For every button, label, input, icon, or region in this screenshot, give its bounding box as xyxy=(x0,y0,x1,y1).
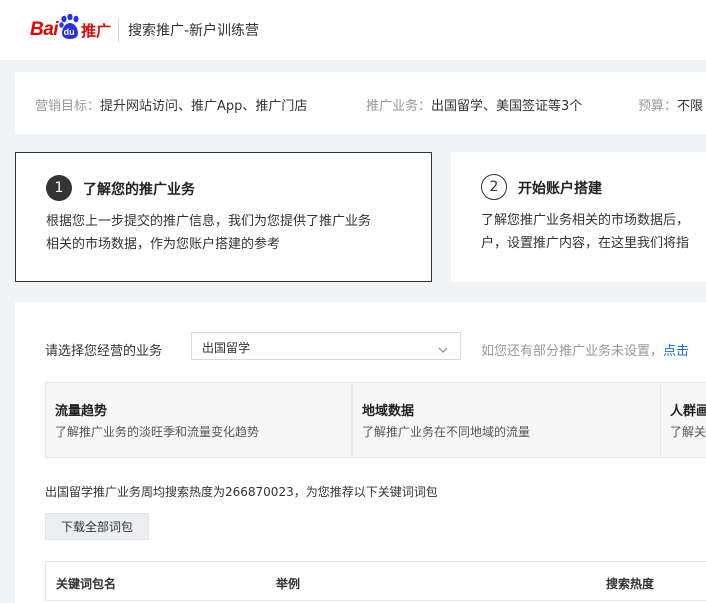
summary-budget: 预算：不限 xyxy=(638,95,703,114)
keyword-table-header: 关键词包名 举例 搜索热度 xyxy=(45,561,706,601)
business-hint-link[interactable]: 点击 xyxy=(663,344,689,359)
logo-tuiguang-text: 推广 xyxy=(81,21,112,40)
budget-value: 不限 xyxy=(677,99,704,114)
column-header-search-heat[interactable]: 搜索热度 xyxy=(606,575,654,592)
tab-audience-profile-title: 人群画 xyxy=(670,404,706,419)
chevron-down-icon xyxy=(438,342,448,356)
business-hint: 如您还有部分推广业务未设置，点击 xyxy=(481,340,689,359)
tab-audience-profile-desc: 了解关 xyxy=(670,425,706,439)
logo-bai-text: Bai xyxy=(30,19,59,40)
header-divider xyxy=(118,18,119,42)
step-card-1[interactable]: 1 了解您的推广业务 根据您上一步提交的推广信息，我们为您提供了推广业务 相关的… xyxy=(15,152,432,282)
step-1-description: 根据您上一步提交的推广信息，我们为您提供了推广业务 相关的市场数据，作为您账户搭… xyxy=(46,210,371,256)
summary-goal: 营销目标：提升网站访问、推广App、推广门店 xyxy=(35,95,307,114)
column-header-example[interactable]: 举例 xyxy=(276,575,300,592)
market-data-panel: 请选择您经营的业务 出国留学 如您还有部分推广业务未设置，点击 流量趋势 了解推… xyxy=(15,302,706,603)
step-card-2[interactable]: 2 开始账户搭建 了解您推广业务相关的市场数据后， 户，设置推广内容，在这里我们… xyxy=(451,152,706,282)
paw-icon: du xyxy=(59,14,79,40)
tab-traffic-trend-desc: 了解推广业务的淡旺季和流量变化趋势 xyxy=(55,425,260,439)
step-1-desc-line2: 相关的市场数据，作为您账户搭建的参考 xyxy=(46,237,281,252)
business-value: 出国留学、美国签证等3个 xyxy=(431,99,583,114)
business-label: 推广业务： xyxy=(366,99,432,114)
step-1-number: 1 xyxy=(46,175,72,201)
goal-label: 营销目标： xyxy=(35,99,101,114)
tab-region-data[interactable]: 地域数据 了解推广业务在不同地域的流量 xyxy=(352,382,661,458)
tab-traffic-trend-title: 流量趋势 xyxy=(55,404,108,419)
business-hint-text: 如您还有部分推广业务未设置， xyxy=(481,344,664,359)
tab-region-data-desc: 了解推广业务在不同地域的流量 xyxy=(362,425,531,439)
page: Bai du 推广 搜索推广-新户训练营 营销目标：提升网站访问、推广App、推… xyxy=(0,0,706,603)
goal-value: 提升网站访问、推广App、推广门店 xyxy=(100,99,308,114)
campaign-summary-bar: 营销目标：提升网站访问、推广App、推广门店 推广业务：出国留学、美国签证等3个… xyxy=(15,72,706,134)
business-select-label: 请选择您经营的业务 xyxy=(45,344,163,359)
step-2-desc-line1: 了解您推广业务相关的市场数据后， xyxy=(481,213,690,228)
page-title: 搜索推广-新户训练营 xyxy=(128,23,260,39)
top-header: Bai du 推广 搜索推广-新户训练营 xyxy=(0,0,706,60)
tab-traffic-trend[interactable]: 流量趋势 了解推广业务的淡旺季和流量变化趋势 xyxy=(45,382,352,458)
column-header-package-name[interactable]: 关键词包名 xyxy=(56,575,116,592)
download-all-packages-button[interactable]: 下载全部词包 xyxy=(45,513,149,540)
business-select-value: 出国留学 xyxy=(202,341,251,355)
baidu-logo[interactable]: Bai du 推广 xyxy=(30,13,111,47)
business-select[interactable]: 出国留学 xyxy=(191,332,461,360)
logo-du-text: du xyxy=(63,27,75,37)
data-tabs: 流量趋势 了解推广业务的淡旺季和流量变化趋势 地域数据 了解推广业务在不同地域的… xyxy=(45,382,706,458)
step-2-number: 2 xyxy=(481,174,507,200)
tab-audience-profile[interactable]: 人群画 了解关 xyxy=(660,382,706,458)
budget-label: 预算： xyxy=(638,99,678,114)
summary-business: 推广业务：出国留学、美国签证等3个 xyxy=(366,95,582,114)
step-2-description: 了解您推广业务相关的市场数据后， 户，设置推广内容，在这里我们将指 xyxy=(481,209,689,255)
tab-region-data-title: 地域数据 xyxy=(362,404,415,419)
step-1-title: 了解您的推广业务 xyxy=(83,182,195,198)
search-heat-info: 出国留学推广业务周均搜索热度为266870023，为您推荐以下关键词词包 xyxy=(45,485,438,499)
step-2-desc-line2: 户，设置推广内容，在这里我们将指 xyxy=(481,236,690,251)
step-2-title: 开始账户搭建 xyxy=(518,181,602,197)
step-1-desc-line1: 根据您上一步提交的推广信息，我们为您提供了推广业务 xyxy=(46,214,372,229)
